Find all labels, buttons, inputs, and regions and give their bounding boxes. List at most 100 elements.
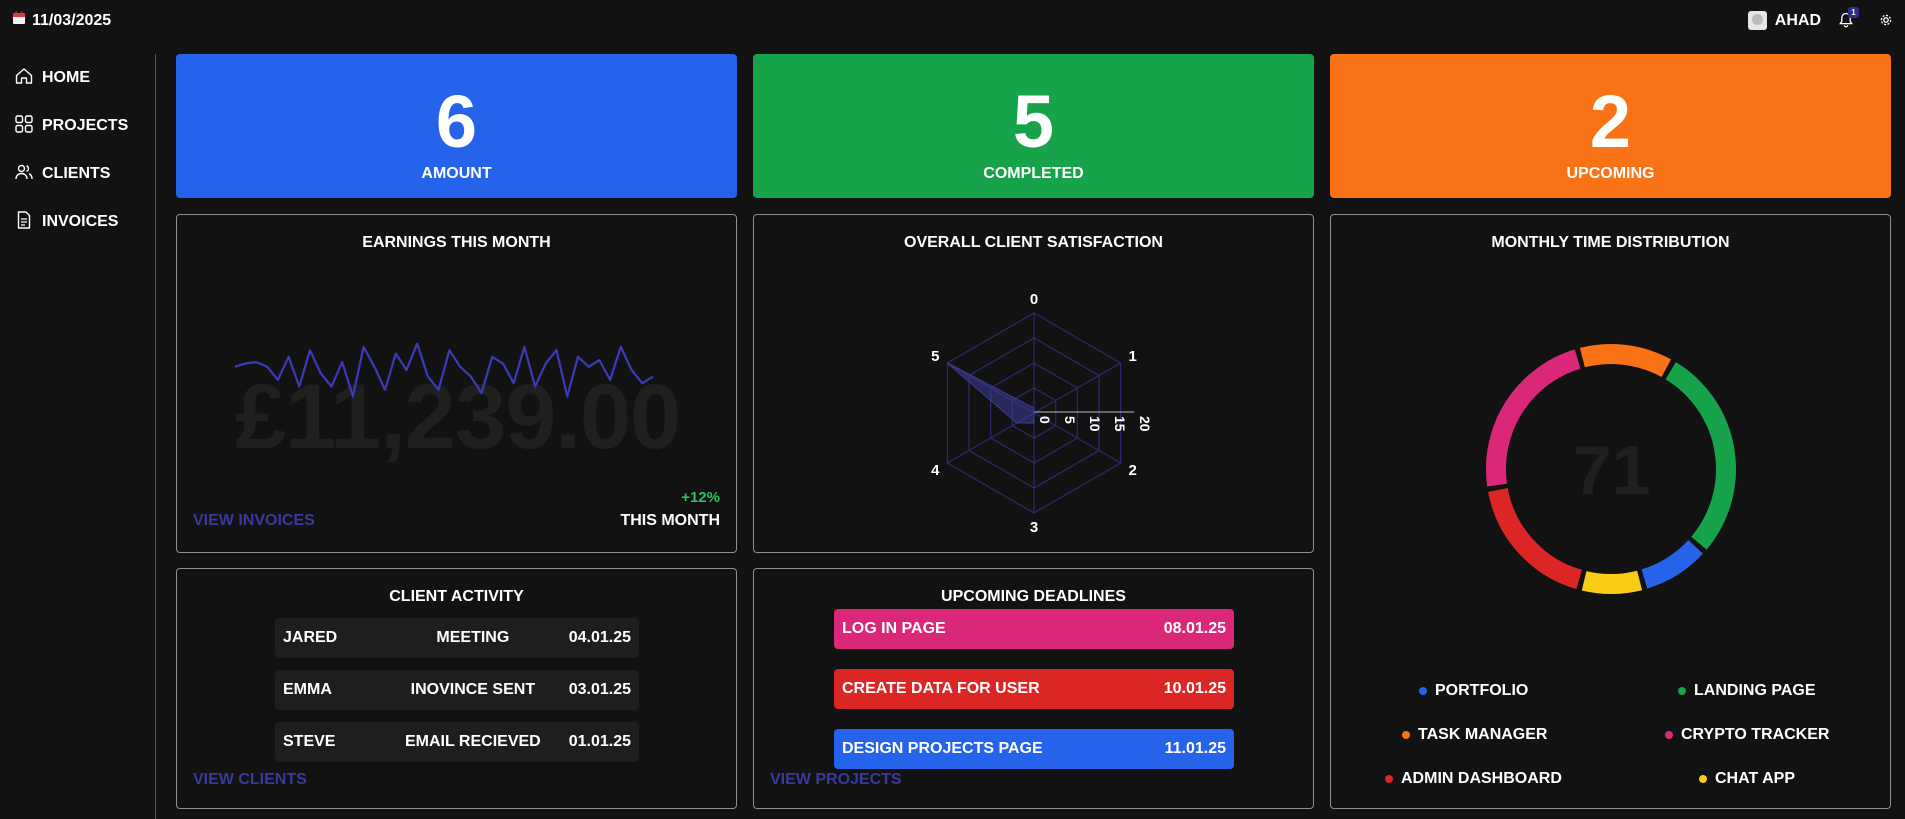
user-menu[interactable]: AHAD (1747, 11, 1821, 30)
view-projects-link[interactable]: VIEW PROJECTS (770, 771, 902, 789)
radar-tick-label: 10 (1087, 416, 1103, 432)
date-text: 11/03/2025 (32, 11, 112, 29)
legend-label: TASK MANAGER (1418, 726, 1548, 743)
home-icon (14, 66, 34, 91)
users-icon (14, 162, 34, 187)
activity-type: EMAIL RECIEVED (404, 733, 541, 750)
sidebar-item-label: CLIENTS (42, 165, 111, 182)
legend-dot (1385, 775, 1393, 783)
radar-axis-label: 4 (931, 462, 940, 479)
legend-landing-page: LANDING PAGE (1678, 682, 1815, 700)
stat-label: COMPLETED (983, 165, 1084, 182)
sidebar-item-label: PROJECTS (42, 117, 129, 134)
sidebar: HOME PROJECTS CLIENTS INVOICES (0, 54, 150, 246)
activity-date: 03.01.25 (568, 681, 631, 698)
activity-date: 04.01.25 (568, 629, 631, 646)
earnings-card: EARNINGS THIS MONTH £11,239.00 +12% THIS… (176, 214, 737, 553)
legend-admin-dashboard: ADMIN DASHBOARD (1385, 770, 1562, 788)
legend-label: ADMIN DASHBOARD (1401, 770, 1562, 787)
legend-dot (1419, 687, 1427, 695)
legend-label: LANDING PAGE (1694, 682, 1816, 699)
legend-task-manager: TASK MANAGER (1402, 726, 1547, 744)
legend-crypto-tracker: CRYPTO TRACKER (1665, 726, 1829, 744)
activity-name: JARED (283, 629, 338, 646)
deadline-task: DESIGN PROJECTS PAGE (842, 740, 1043, 757)
activity-name: EMMA (283, 681, 332, 698)
satisfaction-card: OVERALL CLIENT SATISFACTION 0 1 2 3 4 5 0 5 10 15… (753, 214, 1314, 553)
legend-portfolio: PORTFOLIO (1419, 682, 1528, 700)
stat-card-completed: 5 COMPLETED (753, 54, 1314, 198)
radar-axis-label: 0 (1030, 291, 1038, 308)
deadline-task: LOG IN PAGE (842, 620, 946, 637)
radar-tick-label: 20 (1137, 416, 1153, 432)
notifications-button[interactable]: 1 (1839, 7, 1859, 33)
view-invoices-link[interactable]: VIEW INVOICES (193, 512, 315, 530)
activity-row[interactable]: STEVE EMAIL RECIEVED 01.01.25 (275, 722, 639, 762)
stat-label: AMOUNT (421, 165, 492, 182)
activity-row[interactable]: EMMA INOVINCE SENT 03.01.25 (275, 670, 639, 710)
deadline-date: 08.01.25 (1163, 620, 1226, 637)
activity-name: STEVE (283, 733, 336, 750)
time-distribution-card: MONTHLY TIME DISTRIBUTION 71 PORTFOLIO L… (1330, 214, 1891, 809)
legend-dot (1678, 687, 1686, 695)
legend-dot (1699, 775, 1707, 783)
user-name: AHAD (1774, 11, 1821, 29)
stat-card-amount: 6 AMOUNT (176, 54, 737, 198)
donut-segment-task-manager (1579, 344, 1672, 378)
earnings-period: THIS MONTH (620, 512, 720, 529)
stat-label: UPCOMING (1566, 165, 1655, 182)
legend-label: CHAT APP (1715, 770, 1795, 787)
legend-dot (1402, 731, 1410, 739)
top-bar: 11/03/2025 AHAD 1 (0, 0, 1905, 44)
stat-card-upcoming: 2 UPCOMING (1330, 54, 1891, 198)
radar-tick-label: 0 (1037, 416, 1053, 424)
sidebar-item-invoices[interactable]: INVOICES (0, 198, 150, 246)
grid-icon (14, 114, 34, 139)
calendar-icon (12, 11, 26, 30)
sparkline-path (234, 342, 654, 398)
legend-label: CRYPTO TRACKER (1681, 726, 1830, 743)
donut-segment-admin-dashboard (1488, 487, 1583, 590)
legend-dot (1665, 731, 1673, 739)
stat-value: 5 (1012, 80, 1055, 163)
card-title: CLIENT ACTIVITY (389, 588, 524, 605)
activity-date: 01.01.25 (568, 733, 631, 750)
view-clients-link[interactable]: VIEW CLIENTS (193, 771, 307, 789)
gear-icon (1879, 14, 1893, 31)
radar-axis-label: 1 (1129, 348, 1137, 365)
activity-row[interactable]: JARED MEETING 04.01.25 (275, 618, 639, 658)
deadline-row[interactable]: DESIGN PROJECTS PAGE 11.01.25 (834, 729, 1234, 769)
stat-value: 2 (1589, 80, 1632, 163)
radar-axis-label: 5 (931, 348, 939, 365)
donut-segment-portfolio (1641, 539, 1703, 589)
deadline-date: 11.01.25 (1164, 740, 1226, 757)
earnings-sparkline (234, 342, 654, 398)
sidebar-item-label: INVOICES (42, 213, 119, 230)
deadline-date: 10.01.25 (1163, 680, 1226, 697)
legend-chat-app: CHAT APP (1699, 770, 1795, 788)
earnings-change: +12% (681, 489, 720, 506)
radar-axis-label: 2 (1129, 462, 1137, 479)
sidebar-item-projects[interactable]: PROJECTS (0, 102, 150, 150)
avatar (1747, 11, 1767, 30)
sidebar-divider (155, 54, 156, 819)
deadline-row[interactable]: CREATE DATA FOR USER 10.01.25 (834, 669, 1234, 709)
donut-chart (1485, 344, 1736, 594)
deadline-row[interactable]: LOG IN PAGE 08.01.25 (834, 609, 1234, 649)
settings-button[interactable] (1879, 13, 1893, 32)
client-activity-card: CLIENT ACTIVITY JARED MEETING 04.01.25 E… (176, 568, 737, 809)
donut-segment-landing-page (1665, 362, 1736, 550)
radar-chart: 0 1 2 3 4 5 0 5 10 15 20 (931, 291, 1153, 536)
card-title: UPCOMING DEADLINES (941, 588, 1126, 605)
document-icon (14, 210, 34, 235)
sidebar-item-home[interactable]: HOME (0, 54, 150, 102)
date-display: 11/03/2025 (12, 11, 111, 30)
sidebar-item-clients[interactable]: CLIENTS (0, 150, 150, 198)
notification-badge: 1 (1848, 7, 1859, 18)
deadline-task: CREATE DATA FOR USER (842, 680, 1040, 697)
donut-segment-crypto-tracker (1485, 349, 1581, 487)
legend-label: PORTFOLIO (1435, 682, 1529, 699)
radar-tick-label: 15 (1112, 416, 1128, 432)
sidebar-item-label: HOME (42, 69, 90, 86)
activity-type: MEETING (436, 629, 510, 646)
